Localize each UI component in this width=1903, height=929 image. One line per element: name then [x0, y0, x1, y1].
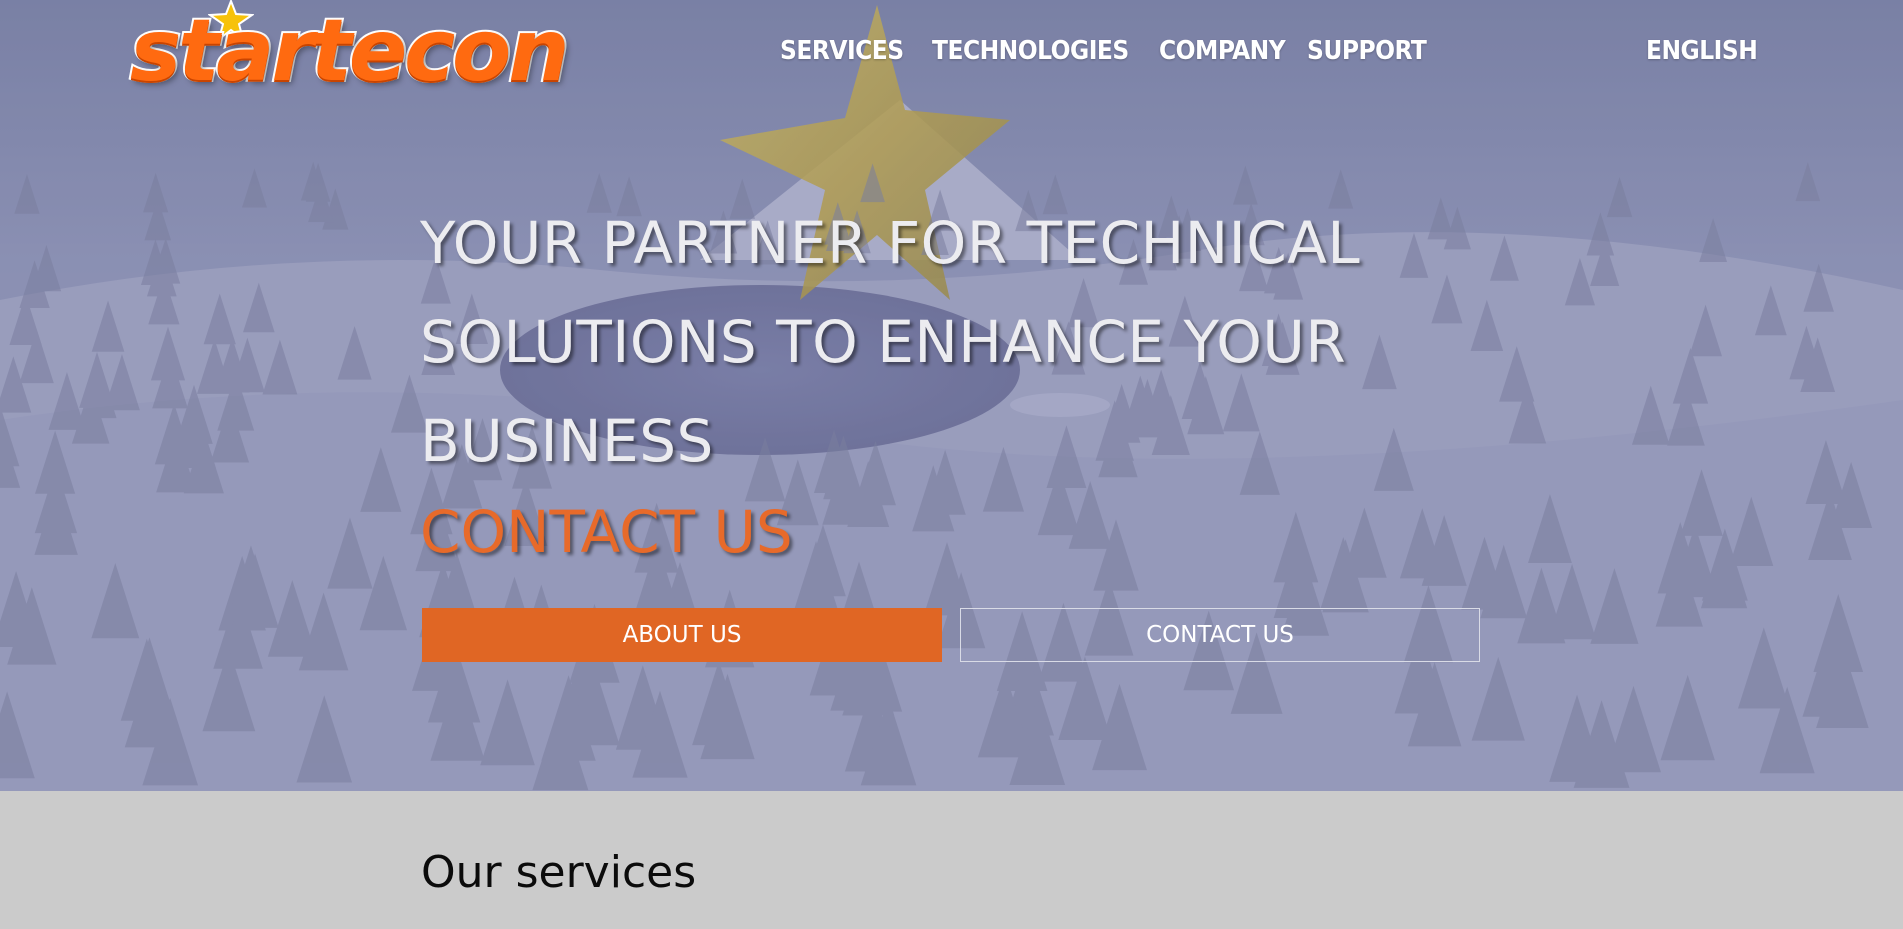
- hero-headline-line: SOLUTIONS TO ENHANCE YOUR: [420, 308, 1347, 376]
- services-heading: Our services: [421, 847, 697, 898]
- contact-us-button[interactable]: CONTACT US: [960, 608, 1480, 662]
- hero-headline: YOUR PARTNER FOR TECHNICAL SOLUTIONS TO …: [420, 194, 1520, 491]
- language-selector[interactable]: ENGLISH: [1646, 36, 1758, 66]
- about-us-button[interactable]: ABOUT US: [422, 608, 942, 662]
- hero-section: startecon SERVICES TECHNOLOGIES COMPANY …: [0, 0, 1903, 791]
- hero-headline-line: BUSINESS: [420, 407, 714, 475]
- nav-item-technologies[interactable]: TECHNOLOGIES: [932, 36, 1129, 66]
- nav-item-company[interactable]: COMPANY: [1159, 36, 1286, 66]
- hero-headline-line: YOUR PARTNER FOR TECHNICAL: [420, 209, 1361, 277]
- nav-item-support[interactable]: SUPPORT: [1307, 36, 1427, 66]
- services-section: Our services: [0, 791, 1903, 929]
- nav-item-services[interactable]: SERVICES: [780, 36, 904, 66]
- page: startecon SERVICES TECHNOLOGIES COMPANY …: [0, 0, 1903, 929]
- main-navigation: SERVICES TECHNOLOGIES COMPANY SUPPORT EN…: [0, 36, 1903, 70]
- contact-us-link[interactable]: CONTACT US: [420, 497, 793, 567]
